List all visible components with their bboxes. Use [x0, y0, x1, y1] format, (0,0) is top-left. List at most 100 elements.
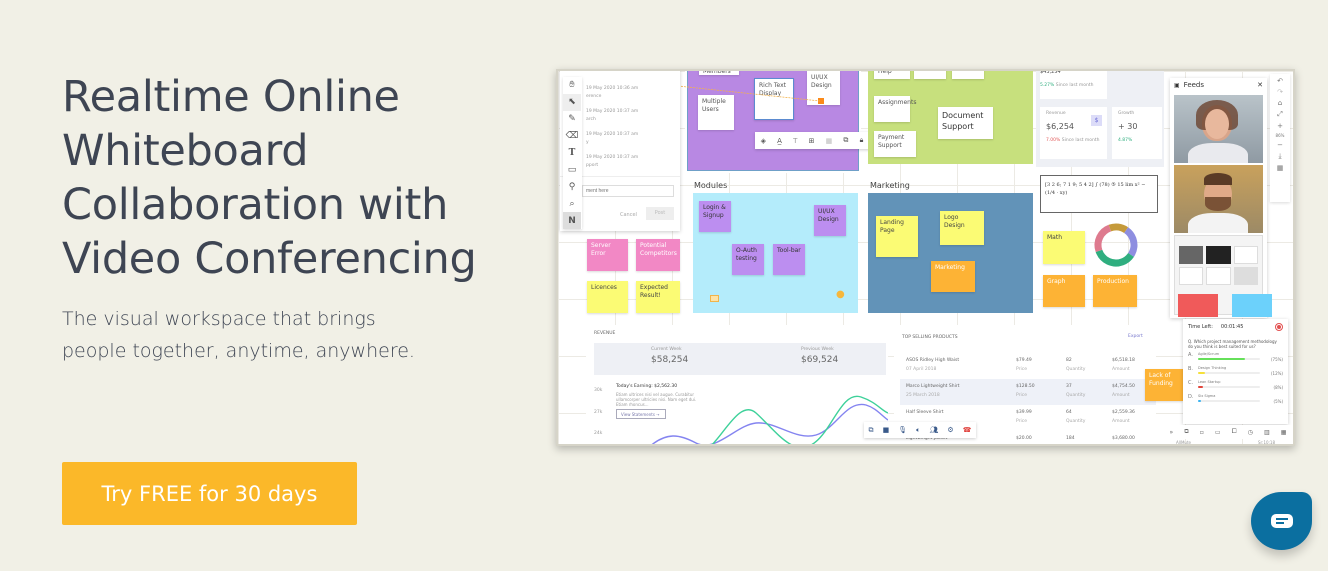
sticky-note[interactable]: Tool-bar: [773, 244, 805, 275]
undo-icon[interactable]: ↶: [1277, 77, 1283, 85]
timer-icon[interactable]: ◷: [1248, 429, 1253, 436]
grid-icon[interactable]: ▦: [826, 137, 833, 145]
grid-icon[interactable]: ▦: [1277, 164, 1284, 172]
revenue-title: REVENUE: [594, 331, 616, 336]
hang-up-icon[interactable]: ☎: [963, 426, 972, 434]
sticky-note[interactable]: Logo Design: [940, 211, 984, 245]
stat-change: 5.27%: [1040, 83, 1055, 88]
stat-value: $43,254: [1040, 69, 1061, 75]
hand-icon[interactable]: ✋︎: [563, 77, 581, 94]
comment-text: arch: [586, 117, 596, 122]
mic-icon[interactable]: 🎙︎: [898, 426, 907, 434]
zoom-controls: ↶ ↷ ⌂ ⤢ + 86% − ⤓ ▦: [1270, 74, 1290, 202]
export-link[interactable]: Export: [1128, 334, 1143, 339]
pencil-icon[interactable]: ✎: [563, 111, 581, 128]
column-sub-label: Quantity: [1066, 419, 1086, 424]
participants-icon[interactable]: 👥︎: [929, 426, 938, 434]
sticky-note[interactable]: Math: [1043, 231, 1085, 264]
search-icon[interactable]: ⌕: [563, 195, 581, 212]
volume-icon[interactable]: 🔈︎: [916, 426, 920, 435]
sticky-note[interactable]: UI/UX Design: [814, 205, 846, 236]
sticky-note[interactable]: Help: [874, 71, 910, 79]
whiteboard-screenshot: Members Multiple Users Rich Text Display…: [556, 69, 1295, 446]
map-icon[interactable]: ▦: [1281, 429, 1287, 436]
chat-widget-button[interactable]: [1251, 492, 1312, 550]
download-icon[interactable]: ⤓: [1278, 152, 1281, 161]
sticky-note[interactable]: Expected Result!: [636, 281, 680, 313]
shape-icon[interactable]: ⚲: [563, 178, 581, 195]
post-button[interactable]: Post: [646, 207, 674, 220]
screen-share-icon[interactable]: ⧉: [869, 426, 874, 435]
math-formula[interactable]: [3 2 6; 7 1 9; 5 4 2] ∫ (78) ⑤ 15 lim x²…: [1040, 175, 1158, 213]
sticky-note-blank[interactable]: [952, 71, 984, 79]
chart-icon[interactable]: ▥: [1264, 429, 1270, 436]
stat-label: Growth: [1118, 111, 1135, 116]
contact-icon[interactable]: ▫: [1200, 429, 1204, 436]
product-quantity: 82: [1066, 358, 1072, 363]
sticky-note[interactable]: Payment Support: [874, 131, 916, 157]
sticky-note-blank[interactable]: [914, 71, 946, 79]
sticky-note[interactable]: Server Error: [587, 239, 628, 271]
video-feed-participant[interactable]: [1174, 165, 1263, 233]
select-icon[interactable]: ⬉: [563, 93, 581, 111]
video-feed-participant[interactable]: [1174, 95, 1263, 163]
column-sub-label: Amount: [1112, 393, 1130, 398]
comment-time: 19 May 2020 10:37 am: [586, 109, 639, 114]
poll-option-key: C.: [1188, 380, 1194, 386]
expand-icon[interactable]: »: [1170, 429, 1174, 436]
product-quantity: 64: [1066, 410, 1072, 415]
product-price: $79.49: [1016, 358, 1032, 363]
product-row[interactable]: Marco Lightweight Shirt 25 March 2018 $128…: [900, 379, 1156, 405]
poll-option[interactable]: B. Design Thinking (12%): [1188, 366, 1283, 380]
settings-icon[interactable]: ⚙: [947, 426, 953, 434]
poll-option-label: Lean Startup: [1198, 380, 1221, 384]
sticky-note[interactable]: Licences: [587, 281, 628, 313]
share-screen-icon[interactable]: ⧉: [1184, 428, 1188, 436]
poll-bar-track: [1198, 386, 1260, 388]
sticky-note[interactable]: [1232, 294, 1272, 317]
comment-input[interactable]: [582, 185, 674, 197]
try-free-button[interactable]: Try FREE for 30 days: [62, 462, 357, 525]
sticky-note[interactable]: Login & Signup: [699, 201, 731, 232]
cancel-button[interactable]: Cancel: [620, 212, 637, 218]
sticky-note[interactable]: Marketing: [931, 261, 975, 292]
lock-icon[interactable]: 🔒︎: [860, 136, 864, 145]
text-icon[interactable]: T: [563, 145, 581, 162]
sticky-note[interactable]: [1178, 294, 1218, 317]
stop-icon[interactable]: [1275, 323, 1283, 331]
sticky-note[interactable]: Lack of Funding: [1145, 369, 1183, 401]
comment-icon[interactable]: [710, 295, 719, 302]
sticky-note[interactable]: Document Support: [938, 107, 993, 139]
note-icon[interactable]: N: [563, 212, 581, 230]
comment-icon[interactable]: ▭: [563, 161, 581, 178]
sticky-note[interactable]: O-Auth testing: [732, 244, 764, 275]
sticky-note[interactable]: Potential Competitors: [636, 239, 680, 271]
home-icon[interactable]: ⌂: [1278, 99, 1282, 107]
zoom-out-icon[interactable]: −: [1277, 141, 1283, 149]
poll-option[interactable]: C. Lean Startup (8%): [1188, 380, 1283, 394]
comments-icon[interactable]: ⧠: [1232, 428, 1237, 436]
sticky-note[interactable]: Assignments: [874, 96, 916, 122]
font-icon[interactable]: T: [793, 137, 797, 145]
poll-option[interactable]: D. Six Sigma (5%): [1188, 394, 1283, 408]
chat-icon[interactable]: ▭: [1215, 429, 1221, 436]
product-amount: $4,754.50: [1112, 384, 1135, 389]
fit-icon[interactable]: ⤢: [1277, 110, 1283, 119]
add-icon[interactable]: ⊞: [809, 137, 815, 145]
status-right: Sr:10:18: [1258, 440, 1275, 445]
text-color-icon[interactable]: A̲: [777, 137, 782, 145]
product-row[interactable]: ASOS Ridley High Waist 07 April 2018 $79.4…: [906, 353, 1156, 379]
sticky-note[interactable]: Landing Page: [876, 216, 918, 257]
close-icon[interactable]: ✕: [1257, 81, 1263, 89]
video-icon[interactable]: ■: [883, 426, 890, 434]
duplicate-icon[interactable]: ⧉: [843, 136, 848, 145]
poll-option-label: Agile/Scrum: [1198, 352, 1220, 356]
feeds-icon: ▣: [1174, 81, 1180, 89]
sticky-note[interactable]: Production: [1093, 275, 1137, 307]
eraser-icon[interactable]: ⌫: [563, 128, 581, 145]
redo-icon[interactable]: ↷: [1277, 88, 1283, 96]
zoom-in-icon[interactable]: +: [1277, 122, 1283, 130]
sticky-note[interactable]: Graph: [1043, 275, 1085, 307]
poll-option[interactable]: A. Agile/Scrum (75%): [1188, 352, 1283, 366]
fill-icon[interactable]: ◈: [761, 137, 766, 145]
